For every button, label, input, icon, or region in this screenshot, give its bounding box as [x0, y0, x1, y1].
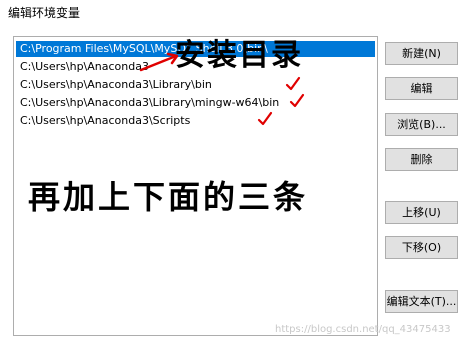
- annotation-add-entries: 再加上下面的三条: [28, 178, 309, 216]
- check-mark-icon: [285, 76, 301, 91]
- list-item-anaconda3-scripts[interactable]: C:\Users\hp\Anaconda3\Scripts: [16, 113, 375, 129]
- edit-text-button[interactable]: 编辑文本(T)...: [385, 290, 458, 313]
- new-button[interactable]: 新建(N): [385, 42, 458, 65]
- window-title: 编辑环境变量: [8, 6, 81, 20]
- move-up-button[interactable]: 上移(U): [385, 201, 458, 224]
- delete-button[interactable]: 删除: [385, 148, 458, 171]
- check-mark-icon: [257, 111, 273, 126]
- list-item-anaconda3-mingw-bin[interactable]: C:\Users\hp\Anaconda3\Library\mingw-w64\…: [16, 95, 375, 111]
- edit-button[interactable]: 编辑: [385, 77, 458, 100]
- arrow-mark-icon: [139, 52, 179, 72]
- move-down-button[interactable]: 下移(O): [385, 236, 458, 259]
- annotation-install-dir: 安装目录: [175, 38, 303, 73]
- edit-env-var-dialog: 编辑环境变量 C:\Program Files\MySQL\MySQL Shel…: [0, 0, 474, 342]
- check-mark-icon: [289, 93, 305, 108]
- browse-button[interactable]: 浏览(B)...: [385, 113, 458, 136]
- title-bar: 编辑环境变量: [0, 0, 474, 22]
- list-item-anaconda3-library-bin[interactable]: C:\Users\hp\Anaconda3\Library\bin: [16, 77, 375, 93]
- watermark: https://blog.csdn.net/qq_43475433: [275, 324, 451, 335]
